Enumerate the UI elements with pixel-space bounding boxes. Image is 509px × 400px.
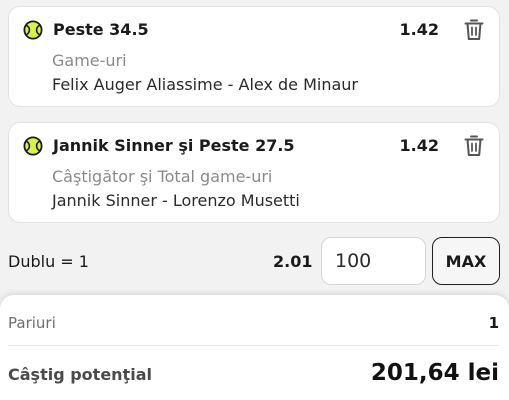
event-name: Felix Auger Aliassime - Alex de Minaur [52,75,359,94]
combo-odds: 2.01 [273,252,313,271]
market-name: Game-uri [52,51,127,70]
selection-odds: 1.42 [399,20,439,39]
tennis-ball-icon [23,20,43,40]
max-stake-button[interactable]: MAX [432,237,500,285]
selection-odds: 1.42 [399,136,439,155]
bet-summary-panel: Pariuri 1 Câştig potenţial 201,64 lei [0,295,509,400]
combo-type-label: Dublu = 1 [8,252,89,271]
potential-win-label: Câştig potenţial [8,365,152,384]
trash-icon[interactable] [463,18,485,42]
trash-icon[interactable] [463,134,485,158]
potential-win-value: 201,64 lei [370,360,499,386]
selection-title: Jannik Sinner şi Peste 27.5 [53,136,295,155]
potential-win-row: Câştig potenţial 201,64 lei [8,359,499,389]
tennis-ball-icon [23,136,43,156]
event-name: Jannik Sinner - Lorenzo Musetti [52,191,300,210]
market-name: Câştigător şi Total game-uri [52,167,273,186]
bets-count-row: Pariuri 1 [8,313,499,333]
bets-count-label: Pariuri [8,314,56,332]
selection-title: Peste 34.5 [53,20,149,39]
bet-slip-item: Peste 34.5 1.42 Game-uri Felix Auger Ali… [8,6,500,107]
bets-count-value: 1 [488,314,499,332]
divider [8,345,499,346]
stake-input[interactable] [321,237,426,285]
bet-slip-item: Jannik Sinner şi Peste 27.5 1.42 Câştigă… [8,122,500,223]
